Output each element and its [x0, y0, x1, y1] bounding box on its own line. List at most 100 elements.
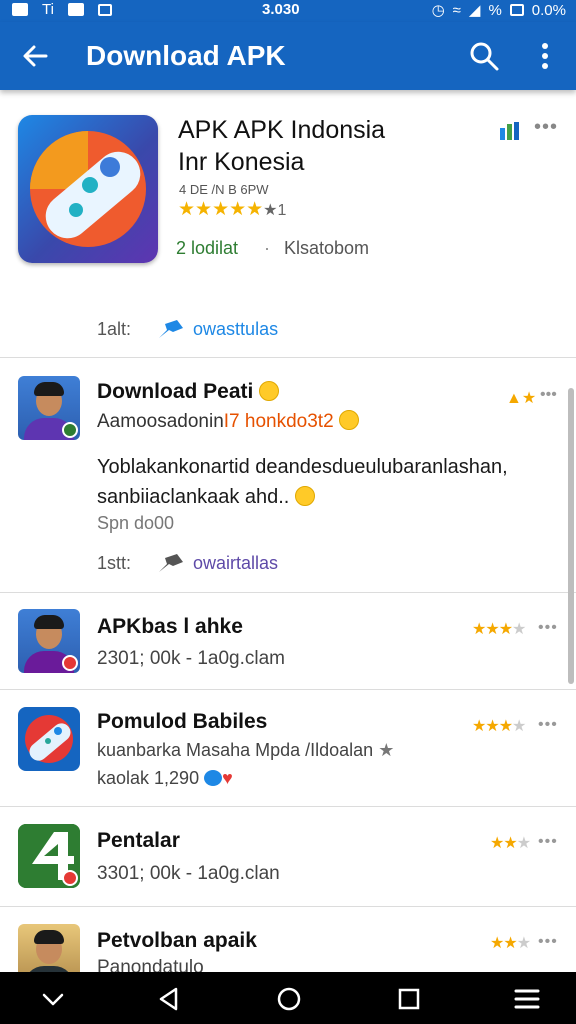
list-item[interactable]: Pentalar 3301; 00k - 1a0g.clan ★★★ •••	[0, 807, 576, 907]
list-item-name: APKbas l ahke	[97, 615, 243, 638]
list-item-name: Petvolban apaik	[97, 929, 257, 952]
rating-empty-star: ★	[512, 621, 526, 638]
share-pin-icon	[159, 320, 184, 338]
rating-empty-star: ★	[516, 835, 531, 852]
avatar-hair	[34, 382, 64, 396]
back-arrow-icon[interactable]	[20, 41, 50, 71]
list-item-sub-text: kuanbarka Masaha Mpda /Ildoalan	[97, 740, 374, 760]
list-item-sub2-text: kaolak 1,290	[97, 768, 200, 788]
rating-suffix: ★1	[263, 202, 287, 219]
back-triangle-icon[interactable]	[156, 986, 182, 1012]
smile-emoji-icon	[259, 381, 280, 401]
list-item-sub: kuanbarka Masaha Mpda /Ildoalan ★	[97, 740, 394, 761]
signal-strength-icon: ◢	[468, 2, 481, 19]
star-icon: ★	[378, 740, 395, 760]
share-link[interactable]: owairtallas	[193, 553, 278, 574]
online-badge-icon	[62, 422, 78, 438]
status-left-text: Ti	[42, 1, 54, 18]
grin-emoji-icon	[338, 410, 359, 430]
featured-app-card[interactable]: APK APK Indonsia Inr Konesia 4 DE /N B 6…	[0, 90, 576, 358]
stats-icon	[500, 122, 519, 140]
avatar[interactable]	[18, 609, 80, 673]
app-tile-icon[interactable]	[18, 824, 80, 888]
status-bar: Ti 3.030 ◷ ≈ ◢ % 0.0%	[0, 0, 576, 22]
more-vert-icon[interactable]	[530, 40, 560, 72]
laugh-emoji-icon	[294, 486, 315, 506]
chevron-down-icon[interactable]	[40, 986, 66, 1012]
rating-stars: ★★★	[472, 621, 513, 638]
post-title-text: Download Peati	[97, 380, 254, 403]
featured-share-row: 1alt: owasttulas	[97, 318, 278, 340]
status-left: Ti	[12, 1, 112, 18]
post-time: Spn do00	[97, 513, 175, 533]
post-title: Download Peati	[97, 380, 280, 404]
app-bar: Download APK	[0, 22, 576, 90]
search-icon[interactable]	[468, 40, 500, 72]
list-item-sub: Panondatulo	[97, 957, 204, 972]
post-body-line2: sanbiiaclankaak ahd..	[97, 486, 290, 508]
list-item-rating: ★★★	[490, 933, 531, 953]
post-card[interactable]: Download Peati AamoosadoninI7 honkdo3t2 …	[0, 358, 576, 593]
avatar[interactable]	[18, 376, 80, 440]
system-nav-bar	[0, 972, 576, 1024]
list-item[interactable]: Pomulod Babiles kuanbarka Masaha Mpda /I…	[0, 690, 576, 807]
featured-rating: ★★★★★★1	[178, 198, 286, 221]
battery-icon	[509, 4, 524, 16]
notification-icon	[67, 3, 84, 16]
post-body: Yoblakankonartid deandesdueulubaranlasha…	[97, 452, 537, 512]
post-subtitle-prefix: Aamoosadonin	[97, 411, 224, 432]
alarm-icon: ◷	[431, 2, 445, 19]
status-badge-icon	[62, 655, 78, 671]
signal-icon	[12, 3, 28, 16]
recents-square-icon[interactable]	[396, 986, 422, 1012]
app-notification-icon	[97, 3, 112, 16]
post-subtitle-highlight[interactable]: I7 honkdo3t2	[224, 411, 334, 432]
share-pin-icon	[159, 554, 184, 572]
rating-empty-star: ★	[516, 935, 531, 952]
wifi-icon: ≈	[452, 1, 461, 19]
menu-lines-icon[interactable]	[514, 986, 540, 1012]
list-item-more-icon[interactable]: •••	[538, 716, 558, 734]
avatar-hair	[34, 930, 64, 944]
post-subtitle: AamoosadoninI7 honkdo3t2	[97, 410, 359, 433]
status-badge-icon	[62, 870, 78, 886]
home-circle-icon[interactable]	[276, 986, 302, 1012]
list-item-name: Pentalar	[97, 829, 180, 852]
share-link[interactable]: owasttulas	[193, 319, 278, 340]
battery-percent: %	[488, 1, 502, 19]
separator: ·	[264, 238, 270, 258]
rating-stars: ★★	[490, 935, 518, 952]
status-right: ◷ ≈ ◢ % 0.0%	[431, 1, 566, 20]
featured-app-name-line2: Inr Konesia	[178, 148, 305, 176]
featured-publisher[interactable]: Klsatobom	[284, 238, 369, 259]
list-item-more-icon[interactable]: •••	[538, 833, 558, 851]
rating-stars: ★★★	[472, 718, 513, 735]
post-rating-icon: ▲★	[506, 390, 537, 407]
rating-stars: ★★	[490, 835, 518, 852]
list-item-sub: 2301; 00k - 1a0g.clam	[97, 648, 286, 669]
share-label: 1stt:	[97, 552, 132, 573]
list-item-rating: ★★★	[490, 833, 531, 853]
list-item-more-icon[interactable]: •••	[538, 933, 558, 951]
featured-app-meta: 4 DE /N B 6PW	[179, 182, 269, 197]
scrollbar[interactable]	[568, 388, 574, 684]
app-tile-icon[interactable]	[18, 707, 80, 771]
list-item-rating: ★★★★	[472, 619, 526, 639]
app-logo-graphic	[25, 715, 73, 763]
featured-installs: 2 lodilat	[176, 238, 239, 258]
list-item[interactable]: Petvolban apaik Panondatulo ★★★ •••	[0, 907, 576, 972]
featured-app-icon[interactable]	[18, 115, 158, 263]
avatar[interactable]	[18, 924, 80, 972]
featured-app-name: APK APK Indonsia	[178, 116, 386, 144]
post-more-icon[interactable]: •••	[540, 386, 557, 404]
app-logo-graphic	[30, 131, 146, 247]
featured-more-icon[interactable]: •••	[534, 116, 558, 139]
rating-stars: ★★★★★	[178, 199, 264, 220]
list-item-rating: ★★★★	[472, 716, 526, 736]
share-label: 1alt:	[97, 318, 132, 339]
post-share-row: 1stt: owairtallas	[97, 552, 278, 574]
list-item-name: Pomulod Babiles	[97, 710, 268, 733]
list-item-more-icon[interactable]: •••	[538, 619, 558, 637]
list-item[interactable]: APKbas l ahke 2301; 00k - 1a0g.clam ★★★★…	[0, 593, 576, 690]
list-item-sub2: kaolak 1,290 ♥	[97, 768, 233, 789]
